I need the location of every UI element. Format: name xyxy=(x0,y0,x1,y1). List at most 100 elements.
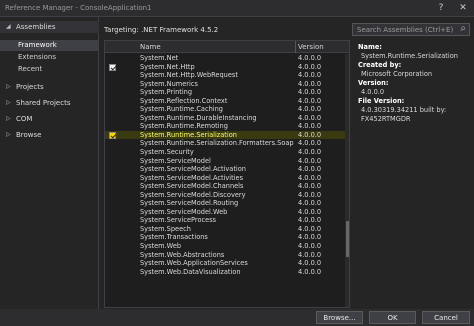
assembly-name: System.Reflection.Context xyxy=(140,96,228,105)
column-divider[interactable] xyxy=(295,41,296,53)
table-row[interactable]: System.Runtime.Serialization 4.0.0.0 xyxy=(105,130,345,140)
sidebar-group-com[interactable]: ▷ COM xyxy=(0,113,99,125)
table-row[interactable]: System.Speech 4.0.0.0 xyxy=(105,225,345,234)
assembly-version: 4.0.0.0 xyxy=(298,130,322,139)
table-row[interactable]: System.Net 4.0.0.0 xyxy=(105,54,345,63)
assembly-version: 4.0.0.0 xyxy=(298,216,322,225)
table-row[interactable]: System.Web.Abstractions 4.0.0.0 xyxy=(105,251,345,260)
close-button[interactable]: ✕ xyxy=(452,0,474,17)
expand-triangle-icon: ▷ xyxy=(6,83,11,90)
table-row[interactable]: System.ServiceProcess 4.0.0.0 xyxy=(105,216,345,225)
assembly-name: System.Net.Http xyxy=(140,62,195,71)
title-bar: Reference Manager - ConsoleApplication1 … xyxy=(0,0,474,17)
assembly-name: System.ServiceModel xyxy=(140,156,211,165)
assembly-name: System.Runtime.DurableInstancing xyxy=(140,113,257,122)
table-body: System.Net 4.0.0.0 System.Net.Http 4.0.0.0 S… xyxy=(105,54,345,276)
table-row[interactable]: System.Web 4.0.0.0 xyxy=(105,242,345,251)
detail-file-version-build: FX452RTMGDR xyxy=(361,115,411,123)
assembly-version: 4.0.0.0 xyxy=(298,259,322,268)
assembly-name: System.ServiceModel.Routing xyxy=(140,199,239,208)
sidebar-group-assemblies[interactable]: ◢ Assemblies xyxy=(0,21,99,33)
table-row[interactable]: System.Runtime.Remoting 4.0.0.0 xyxy=(105,122,345,131)
sidebar-item-recent[interactable]: Recent xyxy=(0,64,99,75)
table-row[interactable]: System.ServiceModel 4.0.0.0 xyxy=(105,157,345,166)
sidebar-item-framework[interactable]: Framework xyxy=(0,40,99,51)
assembly-name: System.ServiceModel.Activation xyxy=(140,165,246,174)
table-row[interactable]: System.Security 4.0.0.0 xyxy=(105,148,345,157)
collapse-triangle-icon: ◢ xyxy=(6,23,11,30)
browse-button[interactable]: Browse... xyxy=(316,311,363,324)
column-header-version[interactable]: Version xyxy=(298,43,324,51)
expand-triangle-icon: ▷ xyxy=(6,115,11,122)
assembly-version: 4.0.0.0 xyxy=(298,105,322,114)
assembly-name: System.ServiceModel.Channels xyxy=(140,182,244,191)
search-input[interactable]: Search Assemblies (Ctrl+E) ⌕ xyxy=(352,23,470,36)
assembly-version: 4.0.0.0 xyxy=(298,224,322,233)
assembly-version: 4.0.0.0 xyxy=(298,139,322,148)
assembly-name: System.Runtime.Caching xyxy=(140,105,223,114)
vertical-scrollbar[interactable] xyxy=(345,54,349,307)
table-row[interactable]: System.Runtime.DurableInstancing 4.0.0.0 xyxy=(105,114,345,123)
expand-triangle-icon: ▷ xyxy=(6,99,11,106)
sidebar-group-label: COM xyxy=(16,115,33,123)
assembly-name: System.Security xyxy=(140,148,194,157)
cancel-button[interactable]: Cancel xyxy=(422,311,470,324)
details-pane: Name: System.Runtime.Serialization Creat… xyxy=(355,40,471,308)
assembly-name: System.Runtime.Serialization.Formatters.… xyxy=(140,139,294,148)
search-placeholder: Search Assemblies (Ctrl+E) xyxy=(357,26,454,34)
table-row[interactable]: System.ServiceModel.Routing 4.0.0.0 xyxy=(105,199,345,208)
assembly-version: 4.0.0.0 xyxy=(298,165,322,174)
table-row[interactable]: System.Web.DataVisualization 4.0.0.0 xyxy=(105,268,345,277)
help-button[interactable]: ? xyxy=(430,0,452,17)
dialog-footer: Browse... OK Cancel xyxy=(0,309,474,326)
assembly-version: 4.0.0.0 xyxy=(298,233,322,242)
assembly-version: 4.0.0.0 xyxy=(298,62,322,71)
detail-version-label: Version: xyxy=(358,79,389,87)
table-row[interactable]: System.ServiceModel.Channels 4.0.0.0 xyxy=(105,182,345,191)
assembly-version: 4.0.0.0 xyxy=(298,88,322,97)
sidebar-group-browse[interactable]: ▷ Browse xyxy=(0,129,99,141)
assembly-name: System.Numerics xyxy=(140,79,198,88)
sidebar-group-label: Assemblies xyxy=(16,23,56,31)
sidebar-group-projects[interactable]: ▷ Projects xyxy=(0,81,99,93)
assembly-name: System.Web.Abstractions xyxy=(140,250,225,259)
checkbox-checked-icon[interactable] xyxy=(109,131,116,139)
checkbox-checked-icon[interactable] xyxy=(109,63,116,71)
sidebar-item-label: Extensions xyxy=(18,53,57,61)
assembly-name: System.Printing xyxy=(140,88,193,97)
assembly-version: 4.0.0.0 xyxy=(298,173,322,182)
detail-created-label: Created by: xyxy=(358,61,402,69)
table-row[interactable]: System.Transactions 4.0.0.0 xyxy=(105,233,345,242)
sidebar-item-extensions[interactable]: Extensions xyxy=(0,52,99,63)
table-row[interactable]: System.Printing 4.0.0.0 xyxy=(105,88,345,97)
table-row[interactable]: System.ServiceModel.Activation 4.0.0.0 xyxy=(105,165,345,174)
table-row[interactable]: System.Numerics 4.0.0.0 xyxy=(105,80,345,89)
table-row[interactable]: System.Net.Http.WebRequest 4.0.0.0 xyxy=(105,71,345,80)
targeting-label: Targeting: .NET Framework 4.5.2 xyxy=(104,26,219,34)
table-row[interactable]: System.ServiceModel.Web 4.0.0.0 xyxy=(105,208,345,217)
assembly-version: 4.0.0.0 xyxy=(298,148,322,157)
table-header: Name Version xyxy=(105,41,349,53)
assembly-version: 4.0.0.0 xyxy=(298,122,322,131)
assembly-version: 4.0.0.0 xyxy=(298,113,322,122)
table-row[interactable]: System.Reflection.Context 4.0.0.0 xyxy=(105,97,345,106)
table-row[interactable]: System.Web.ApplicationServices 4.0.0.0 xyxy=(105,259,345,268)
assembly-name: System.ServiceModel.Discovery xyxy=(140,190,246,199)
assembly-version: 4.0.0.0 xyxy=(298,207,322,216)
assembly-name: System.Net xyxy=(140,54,179,62)
sidebar-group-label: Projects xyxy=(16,83,44,91)
scrollbar-thumb[interactable] xyxy=(346,221,349,257)
assembly-version: 4.0.0.0 xyxy=(298,79,322,88)
table-row[interactable]: System.Runtime.Caching 4.0.0.0 xyxy=(105,105,345,114)
table-row[interactable]: System.Runtime.Serialization.Formatters.… xyxy=(105,139,345,148)
table-row[interactable]: System.Net.Http 4.0.0.0 xyxy=(105,63,345,72)
table-row[interactable]: System.ServiceModel.Discovery 4.0.0.0 xyxy=(105,191,345,200)
column-header-name[interactable]: Name xyxy=(140,43,161,51)
search-icon[interactable]: ⌕ xyxy=(460,23,466,34)
assembly-name: System.Web xyxy=(140,242,182,251)
ok-button[interactable]: OK xyxy=(369,311,416,324)
sidebar-group-shared-projects[interactable]: ▷ Shared Projects xyxy=(0,97,99,109)
detail-file-version-label: File Version: xyxy=(358,97,405,105)
table-row[interactable]: System.ServiceModel.Activities 4.0.0.0 xyxy=(105,174,345,183)
detail-name-value: System.Runtime.Serialization xyxy=(361,52,458,60)
